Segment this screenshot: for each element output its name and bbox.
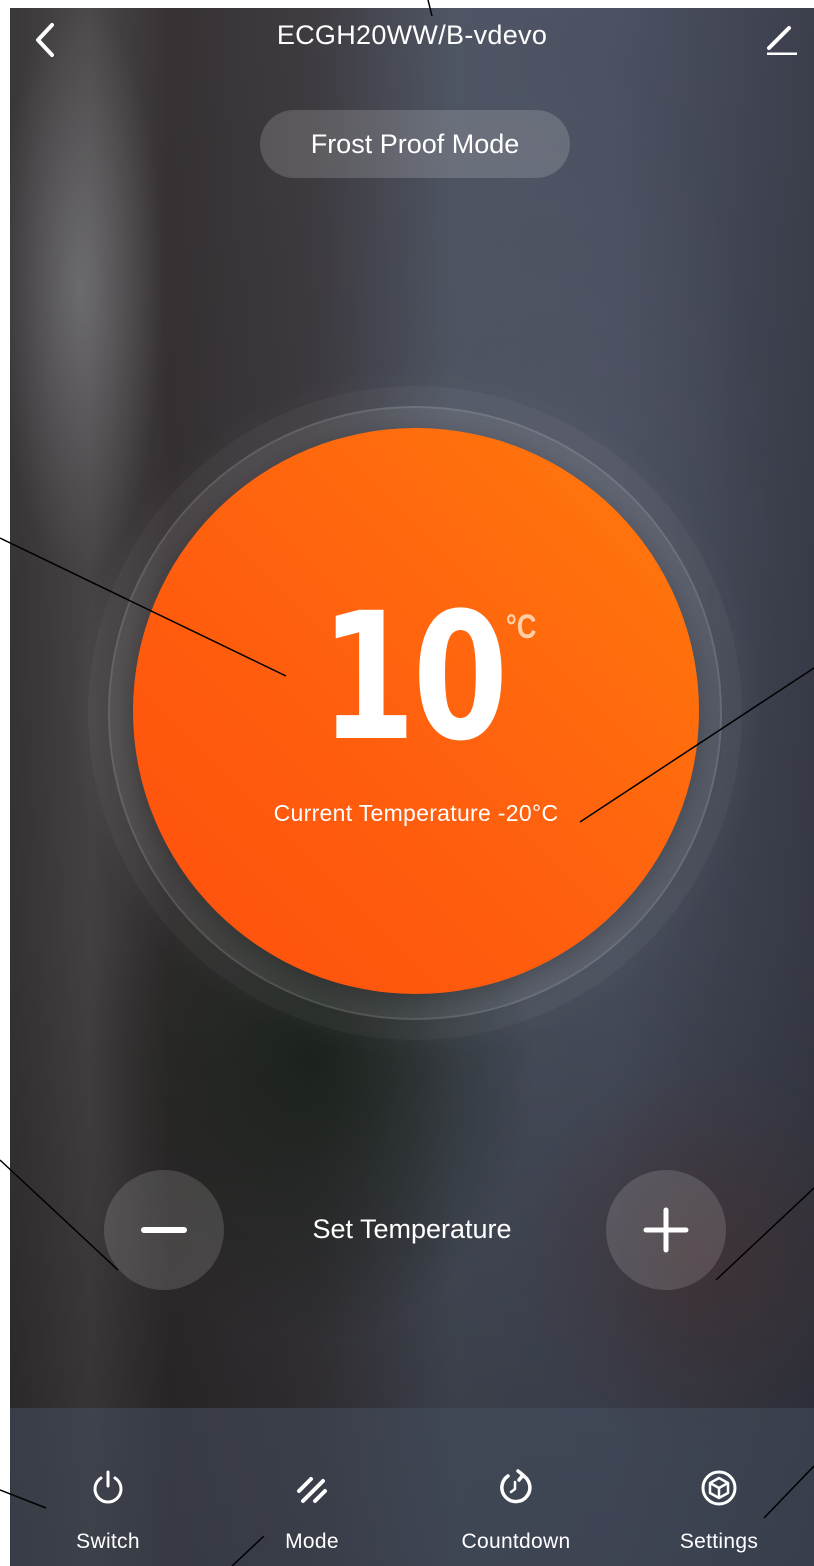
temperature-unit: °C: [505, 608, 537, 646]
tab-countdown[interactable]: Countdown: [441, 1468, 591, 1566]
tab-mode-label: Mode: [285, 1530, 339, 1553]
device-title: ECGH20WW/B-vdevo: [276, 20, 548, 50]
chevron-left-icon: [36, 23, 54, 57]
tab-mode[interactable]: Mode: [237, 1468, 387, 1566]
mode-badge[interactable]: Frost Proof Mode: [260, 110, 570, 178]
power-icon: [88, 1468, 128, 1508]
pencil-icon: [767, 26, 797, 55]
settings-cube-icon: [699, 1468, 739, 1508]
decrease-temperature-button[interactable]: [104, 1170, 224, 1290]
current-temperature-label: Current Temperature -20°C: [273, 800, 559, 826]
countdown-icon: [496, 1468, 536, 1508]
back-button[interactable]: [26, 18, 66, 62]
app-screen: ECGH20WW/B-vdevo Frost Proof Mode 10 °C …: [10, 8, 814, 1566]
tab-switch-label: Switch: [76, 1530, 140, 1553]
set-temperature-label: Set Temperature: [312, 1214, 512, 1244]
plus-icon: [643, 1207, 689, 1253]
edit-button[interactable]: [762, 18, 802, 58]
tab-switch[interactable]: Switch: [33, 1468, 183, 1566]
minus-icon: [141, 1227, 187, 1233]
tab-countdown-label: Countdown: [461, 1530, 571, 1553]
tab-settings[interactable]: Settings: [644, 1468, 794, 1566]
set-temperature-value: 10: [320, 575, 508, 780]
tab-settings-label: Settings: [679, 1530, 759, 1553]
mode-icon: [292, 1468, 332, 1508]
increase-temperature-button[interactable]: [606, 1170, 726, 1290]
